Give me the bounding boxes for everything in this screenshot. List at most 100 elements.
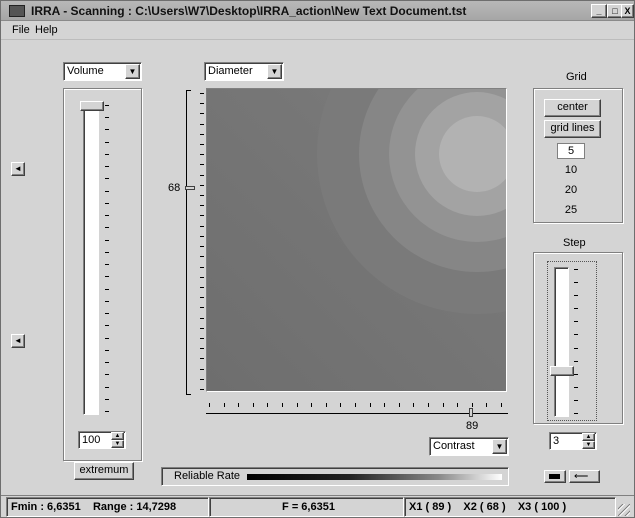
step-spin-value: 3 [553, 435, 560, 447]
tick-mark [297, 403, 298, 407]
contrast-combo[interactable]: Contrast ▼ [429, 437, 509, 456]
status-x3: X3 ( 100 ) [517, 501, 567, 513]
volume-spin[interactable]: 100 ▲ ▼ [78, 431, 126, 449]
spin-down-icon[interactable]: ▼ [111, 440, 124, 448]
back-button[interactable]: ⟵ [569, 470, 600, 483]
reliable-rate-label: Reliable Rate [174, 470, 241, 482]
tick-mark [105, 191, 109, 192]
scan-plot-image [207, 89, 506, 391]
tick-mark [105, 215, 109, 216]
scroll-left-button-upper[interactable]: ◄ [11, 162, 25, 176]
tick-mark [200, 195, 204, 196]
tick-mark [105, 252, 109, 253]
spin-up-icon[interactable]: ▲ [582, 433, 595, 441]
volume-slider-ticks [105, 105, 111, 415]
horizontal-scale-thumb[interactable] [469, 408, 473, 417]
grid-heading: Grid [566, 71, 587, 83]
tick-mark [105, 117, 109, 118]
tick-mark [200, 358, 204, 359]
tick-mark [311, 403, 312, 407]
tick-mark [200, 338, 204, 339]
tick-mark [105, 301, 109, 302]
reliable-rate-box: Reliable Rate [161, 467, 509, 486]
tick-mark [200, 318, 204, 319]
tick-mark [200, 277, 204, 278]
tick-mark [200, 175, 204, 176]
scroll-left-button-lower[interactable]: ◄ [11, 334, 25, 348]
tick-mark [200, 369, 204, 370]
tick-mark [574, 295, 578, 296]
step-slider-thumb[interactable] [550, 366, 574, 376]
grid-size-option[interactable]: 5 [557, 143, 585, 159]
tick-mark [457, 403, 458, 407]
tick-mark [105, 338, 109, 339]
grid-size-option[interactable]: 20 [557, 183, 585, 199]
resize-grip[interactable] [618, 504, 630, 516]
center-button[interactable]: center [544, 99, 601, 117]
menu-help[interactable]: Help [35, 24, 58, 36]
vertical-scale-cap-top [186, 90, 191, 91]
grid-size-option[interactable]: 25 [557, 203, 585, 219]
title-bar[interactable]: IRRA - Scanning : C:\Users\W7\Desktop\IR… [1, 1, 634, 21]
tick-mark [105, 362, 109, 363]
status-divider [1, 495, 634, 496]
tick-mark [200, 113, 204, 114]
volume-spin-value: 100 [82, 434, 101, 446]
tick-mark [200, 328, 204, 329]
tick-mark [200, 103, 204, 104]
tick-mark [574, 308, 578, 309]
spin-down-icon[interactable]: ▼ [582, 441, 595, 449]
step-spin[interactable]: 3 ▲ ▼ [549, 432, 597, 450]
status-x1: X1 ( 89 ) [409, 501, 452, 513]
volume-slider-track[interactable] [83, 105, 99, 415]
tick-mark [200, 226, 204, 227]
tick-mark [105, 313, 109, 314]
tick-mark [574, 282, 578, 283]
grid-size-option[interactable]: 10 [557, 163, 585, 179]
tick-mark [326, 403, 327, 407]
diameter-combo[interactable]: Diameter ▼ [204, 62, 284, 81]
chevron-down-icon[interactable]: ▼ [267, 64, 282, 79]
tick-mark [200, 348, 204, 349]
tick-mark [574, 361, 578, 362]
status-x2: X2 ( 68 ) [463, 501, 506, 513]
tick-mark [200, 134, 204, 135]
tick-mark [370, 403, 371, 407]
tick-mark [574, 321, 578, 322]
tick-mark [355, 403, 356, 407]
tick-mark [105, 203, 109, 204]
extremum-button[interactable]: extremum [74, 462, 134, 480]
scan-plot[interactable] [206, 88, 507, 392]
step-slider-track[interactable] [554, 267, 569, 417]
tick-mark [105, 374, 109, 375]
tick-mark [105, 264, 109, 265]
volume-slider-thumb[interactable] [80, 101, 104, 111]
menu-file[interactable]: File [12, 24, 30, 36]
tick-mark [200, 287, 204, 288]
tick-mark [200, 154, 204, 155]
tick-mark [200, 267, 204, 268]
tick-mark [200, 246, 204, 247]
tick-mark [105, 166, 109, 167]
tick-mark [574, 387, 578, 388]
chevron-down-icon[interactable]: ▼ [125, 64, 140, 79]
toggle-button[interactable] [544, 470, 566, 483]
tick-mark [200, 144, 204, 145]
volume-combo[interactable]: Volume ▼ [63, 62, 142, 81]
vertical-scale-thumb[interactable] [185, 186, 195, 190]
grid-lines-button[interactable]: grid lines [544, 120, 601, 138]
status-f: F = 6,6351 [209, 497, 404, 517]
vertical-scale-value: 68 [168, 182, 181, 194]
tick-mark [200, 307, 204, 308]
status-coords: X1 ( 89 ) X2 ( 68 ) X3 ( 100 ) [404, 497, 616, 517]
diameter-combo-value: Diameter [208, 65, 253, 77]
tick-mark [486, 403, 487, 407]
tick-mark [282, 403, 283, 407]
tick-mark [105, 154, 109, 155]
chevron-down-icon[interactable]: ▼ [492, 439, 507, 454]
window-title: IRRA - Scanning : C:\Users\W7\Desktop\IR… [31, 4, 467, 18]
close-button[interactable]: X [621, 4, 634, 18]
minimize-button[interactable]: _ [591, 4, 607, 18]
spin-up-icon[interactable]: ▲ [111, 432, 124, 440]
menu-bar: File Help [1, 21, 634, 40]
